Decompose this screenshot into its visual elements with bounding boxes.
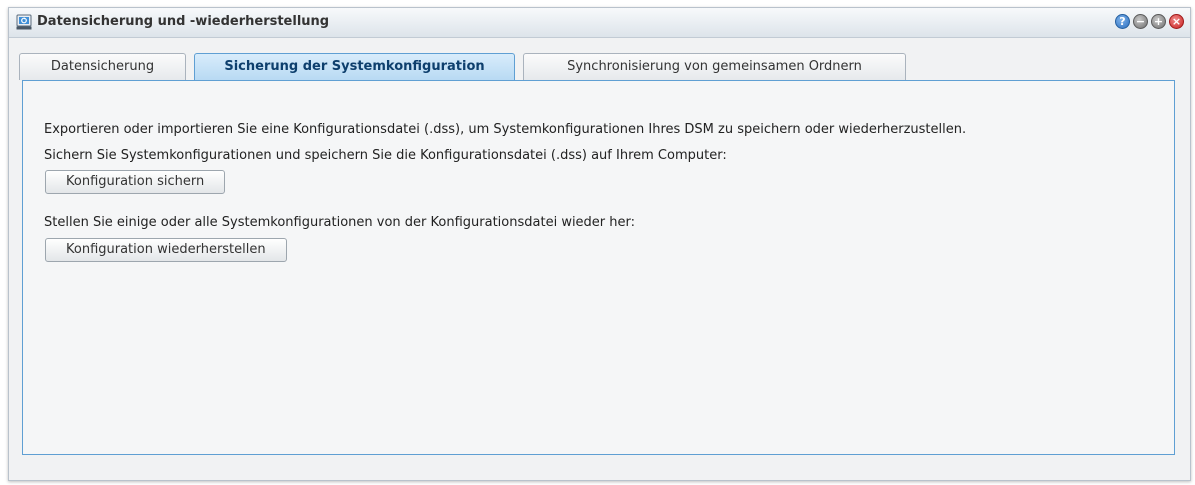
tab-panel: Exportieren oder importieren Sie eine Ko… <box>22 80 1175 455</box>
intro-text: Exportieren oder importieren Sie eine Ko… <box>44 122 967 137</box>
window-controls: ? − + × <box>1115 14 1184 29</box>
restore-config-button[interactable]: Konfiguration wiederherstellen <box>45 238 287 262</box>
minimize-icon[interactable]: − <box>1133 14 1148 29</box>
backup-description: Sichern Sie Systemkonfigurationen und sp… <box>44 148 727 163</box>
backup-config-button[interactable]: Konfiguration sichern <box>45 170 226 194</box>
restore-description: Stellen Sie einige oder alle Systemkonfi… <box>44 215 636 230</box>
app-window: Datensicherung und -wiederherstellung ? … <box>8 7 1191 481</box>
tab-sicherung-systemkonfiguration[interactable]: Sicherung der Systemkonfiguration <box>194 53 515 81</box>
tab-synchronisierung-ordner[interactable]: Synchronisierung von gemeinsamen Ordnern <box>523 53 906 80</box>
help-icon[interactable]: ? <box>1115 14 1130 29</box>
title-bar[interactable]: Datensicherung und -wiederherstellung ? … <box>9 8 1190 38</box>
backup-restore-icon <box>16 14 32 30</box>
close-icon[interactable]: × <box>1169 14 1184 29</box>
tab-datensicherung[interactable]: Datensicherung <box>19 53 186 80</box>
window-title: Datensicherung und -wiederherstellung <box>37 14 330 29</box>
maximize-icon[interactable]: + <box>1151 14 1166 29</box>
